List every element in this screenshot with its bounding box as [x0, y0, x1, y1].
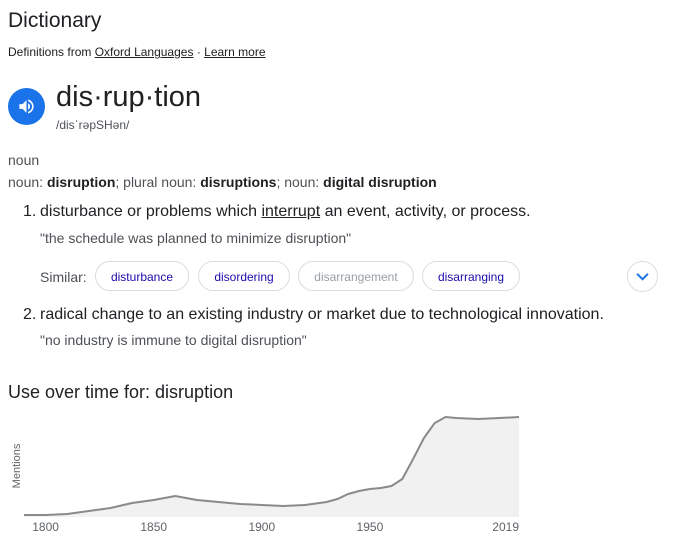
separator-dot: ·: [196, 45, 201, 59]
chart-ylabel: Mentions: [11, 443, 23, 488]
similar-chip-disarranging[interactable]: disarranging: [422, 261, 520, 291]
similar-chip-disordering[interactable]: disordering: [198, 261, 290, 291]
sense-2-definition: radical change to an existing industry o…: [40, 306, 604, 323]
form-label-noun-2: ; noun:: [276, 174, 324, 190]
interrupt-link[interactable]: interrupt: [261, 203, 320, 220]
similar-label: Similar:: [40, 269, 87, 285]
dictionary-title: Dictionary: [8, 9, 102, 32]
sense-1-text-before: disturbance or problems which: [40, 203, 262, 220]
form-digital-disruption: digital disruption: [323, 174, 437, 190]
sense-1-text-after: an event, activity, or process.: [320, 203, 531, 220]
form-label-plural: ; plural noun:: [115, 174, 201, 190]
sense-1-number: 1.: [23, 203, 37, 220]
usage-chart: Mentions 1800 1850 1900 1950 2019: [11, 415, 519, 534]
phonetic-spelling: /disˈrəpSHən/: [56, 118, 130, 132]
x-tick-label: 1850: [140, 520, 167, 534]
sense-2-number: 2.: [23, 306, 37, 323]
pronunciation-button[interactable]: [8, 88, 45, 125]
x-tick-label: 1800: [32, 520, 59, 534]
form-label-noun: noun:: [8, 174, 47, 190]
x-tick-label: 2019: [492, 520, 519, 534]
similar-chip-disturbance[interactable]: disturbance: [95, 261, 189, 291]
word-forms: noun: disruption; plural noun: disruptio…: [8, 174, 437, 190]
x-tick-label: 1950: [357, 520, 384, 534]
part-of-speech: noun: [8, 152, 40, 168]
usage-area-fill: [24, 417, 519, 517]
sense-2-example: "no industry is immune to digital disrup…: [40, 332, 307, 348]
sense-1-example: "the schedule was planned to minimize di…: [40, 230, 352, 246]
learn-more-link[interactable]: Learn more: [204, 45, 265, 59]
definitions-source-line: Definitions from Oxford Languages · Lear…: [8, 45, 266, 59]
sense-1-definition: disturbance or problems which interrupt …: [40, 203, 531, 221]
form-disruptions: disruptions: [200, 174, 277, 190]
chevron-down-icon: [636, 273, 649, 281]
definitions-from-label: Definitions from: [8, 45, 92, 59]
similar-chip-disarrangement: disarrangement: [298, 261, 414, 291]
form-disruption: disruption: [46, 174, 116, 190]
expand-similar-button[interactable]: [627, 261, 658, 292]
headword: dis·rup·tion: [56, 81, 202, 113]
x-tick-label: 1900: [248, 520, 275, 534]
oxford-languages-link[interactable]: Oxford Languages: [95, 45, 194, 59]
speaker-icon: [19, 99, 34, 114]
